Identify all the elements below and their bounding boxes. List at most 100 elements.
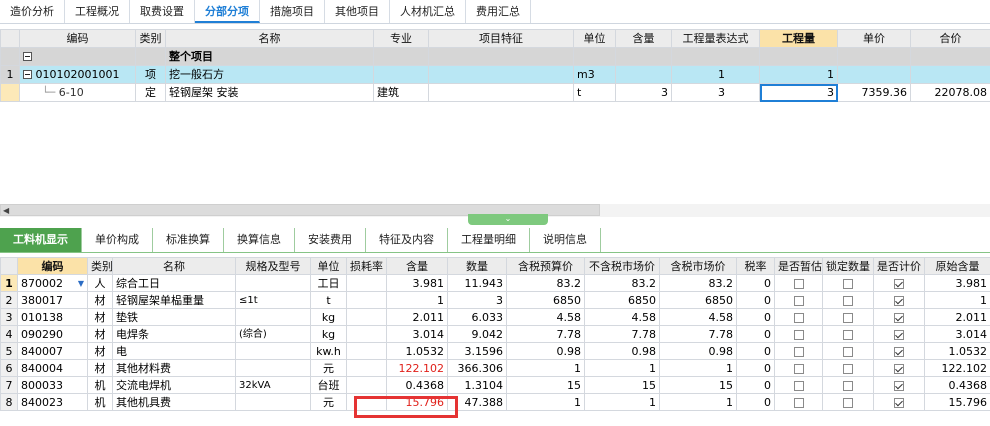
cell-name[interactable]: 综合工日 (112, 274, 236, 292)
cell-p2[interactable]: 7.78 (584, 325, 660, 343)
tab-project-overview[interactable]: 工程概况 (65, 0, 130, 23)
checkbox-priced[interactable] (894, 312, 904, 323)
tab-description[interactable]: 说明信息 (530, 228, 601, 252)
cell-unit[interactable]: kg (310, 308, 347, 326)
cell-unit[interactable]: 工日 (310, 274, 347, 292)
cell-tax[interactable]: 0 (736, 308, 775, 326)
cell-tax[interactable]: 0 (736, 274, 775, 292)
col-total-price[interactable]: 合价 (910, 29, 990, 48)
cell-name[interactable]: 其他材料费 (112, 359, 236, 377)
tab-fee-summary[interactable]: 费用汇总 (466, 0, 531, 23)
checkbox-lock[interactable] (843, 397, 853, 408)
col-unit-price[interactable]: 单价 (837, 29, 911, 48)
col-unit[interactable]: 单位 (573, 29, 616, 48)
checkbox-est[interactable] (793, 346, 804, 357)
cell-content[interactable]: 1 (386, 291, 448, 309)
cell-tax[interactable]: 0 (736, 376, 775, 394)
cell-content[interactable]: 122.102 (386, 359, 448, 377)
cell-type[interactable]: 人 (87, 274, 113, 292)
cell-p3[interactable]: 0.98 (659, 342, 737, 360)
cell-p3[interactable]: 4.58 (659, 308, 737, 326)
checkbox-est[interactable] (793, 278, 804, 289)
cell-spec[interactable] (235, 308, 311, 326)
col-unit[interactable]: 单位 (310, 257, 347, 275)
cell-qty[interactable]: 6.033 (447, 308, 507, 326)
tab-labor-material-summary[interactable]: 人材机汇总 (390, 0, 466, 23)
cell-type[interactable]: 材 (87, 291, 113, 309)
cell-code[interactable]: 840023 (17, 393, 88, 411)
cell-unit[interactable]: 元 (310, 359, 347, 377)
checkbox-lock[interactable] (843, 363, 853, 374)
cell-tax[interactable]: 0 (736, 342, 775, 360)
cell-orig[interactable]: 2.011 (924, 308, 990, 326)
cell-type[interactable]: 材 (87, 342, 113, 360)
checkbox-priced[interactable] (894, 397, 904, 408)
cell-p1[interactable]: 7.78 (506, 325, 585, 343)
cell-p3[interactable]: 7.78 (659, 325, 737, 343)
col-is-priced[interactable]: 是否计价 (873, 257, 925, 275)
cell-p1[interactable]: 1 (506, 359, 585, 377)
cell-orig[interactable]: 3.014 (924, 325, 990, 343)
cell-name[interactable]: 垫铁 (112, 308, 236, 326)
col-type[interactable]: 类别 (87, 257, 113, 275)
cell-loss[interactable] (346, 342, 387, 360)
cell-p3[interactable]: 15 (659, 376, 737, 394)
cell-orig[interactable]: 1.0532 (924, 342, 990, 360)
checkbox-priced[interactable] (894, 278, 904, 289)
cell-p1[interactable]: 15 (506, 376, 585, 394)
col-feature[interactable]: 项目特征 (428, 29, 574, 48)
col-tax-rate[interactable]: 税率 (736, 257, 775, 275)
cell-p3[interactable]: 83.2 (659, 274, 737, 292)
cell-type[interactable]: 材 (87, 359, 113, 377)
cell-loss[interactable] (346, 291, 387, 309)
cell-spec[interactable] (235, 342, 311, 360)
cell-content[interactable]: 2.011 (386, 308, 448, 326)
cell-p3[interactable]: 1 (659, 359, 737, 377)
cell-p2[interactable]: 0.98 (584, 342, 660, 360)
table-row[interactable]: 1 870002 ▼ 人综合工日 工日 3.981 11.943 83.2 83.2 83.2 0 3… (0, 274, 990, 292)
tab-conversion-info[interactable]: 换算信息 (224, 228, 295, 252)
cell-spec[interactable]: ≤1t (235, 291, 311, 309)
table-row[interactable]: 5 840007 材电 kw.h 1.0532 3.1596 0.98 0.98 0.98 0 1.… (0, 342, 990, 360)
cell-p1[interactable]: 83.2 (506, 274, 585, 292)
cell-p3[interactable]: 1 (659, 393, 737, 411)
checkbox-priced[interactable] (894, 329, 904, 340)
collapse-icon[interactable] (23, 70, 32, 79)
cell-content[interactable]: 0.4368 (386, 376, 448, 394)
cell-name[interactable]: 其他机具费 (112, 393, 236, 411)
cell-code[interactable]: 840007 (17, 342, 88, 360)
cell-spec[interactable] (235, 359, 311, 377)
cell-spec[interactable]: (综合) (235, 325, 311, 343)
cell-p1[interactable]: 0.98 (506, 342, 585, 360)
dropdown-arrow-icon[interactable]: ▼ (78, 276, 84, 291)
splitter-grip-icon[interactable]: ⌄ (468, 214, 548, 225)
checkbox-est[interactable] (793, 380, 804, 391)
col-lock-quantity[interactable]: 锁定数量 (822, 257, 874, 275)
col-specialty[interactable]: 专业 (373, 29, 429, 48)
cell-code[interactable]: 380017 (17, 291, 88, 309)
col-loss-rate[interactable]: 损耗率 (346, 257, 387, 275)
col-type[interactable]: 类别 (135, 29, 166, 48)
cell-p1[interactable]: 4.58 (506, 308, 585, 326)
cell-loss[interactable] (346, 359, 387, 377)
cell-name[interactable]: 交流电焊机 (112, 376, 236, 394)
scroll-left-icon[interactable]: ◀ (3, 205, 9, 216)
col-tax-market-price[interactable]: 含税市场价 (659, 257, 737, 275)
tab-other-items[interactable]: 其他项目 (325, 0, 390, 23)
cell-qty[interactable]: 3.1596 (447, 342, 507, 360)
col-original-content[interactable]: 原始含量 (924, 257, 990, 275)
cell-tax[interactable]: 0 (736, 393, 775, 411)
checkbox-lock[interactable] (843, 295, 853, 306)
active-cell[interactable]: 3 (759, 83, 838, 102)
cell-code[interactable]: 010138 (17, 308, 88, 326)
cell-loss[interactable] (346, 325, 387, 343)
checkbox-lock[interactable] (843, 329, 853, 340)
col-tax-budget-price[interactable]: 含税预算价 (506, 257, 585, 275)
col-pretax-market-price[interactable]: 不含税市场价 (584, 257, 660, 275)
cell-unit[interactable]: t (310, 291, 347, 309)
col-quantity[interactable]: 数量 (447, 257, 507, 275)
table-row[interactable]: 4 090290 材电焊条 (综合) kg 3.014 9.042 7.78 7.78 7.78 0… (0, 325, 990, 343)
cell-content[interactable]: 3.014 (386, 325, 448, 343)
table-row[interactable]: 7 800033 机交流电焊机 32kVA 台班 0.4368 1.3104 15 15 15 0 0… (0, 376, 990, 394)
cell-p2[interactable]: 15 (584, 376, 660, 394)
